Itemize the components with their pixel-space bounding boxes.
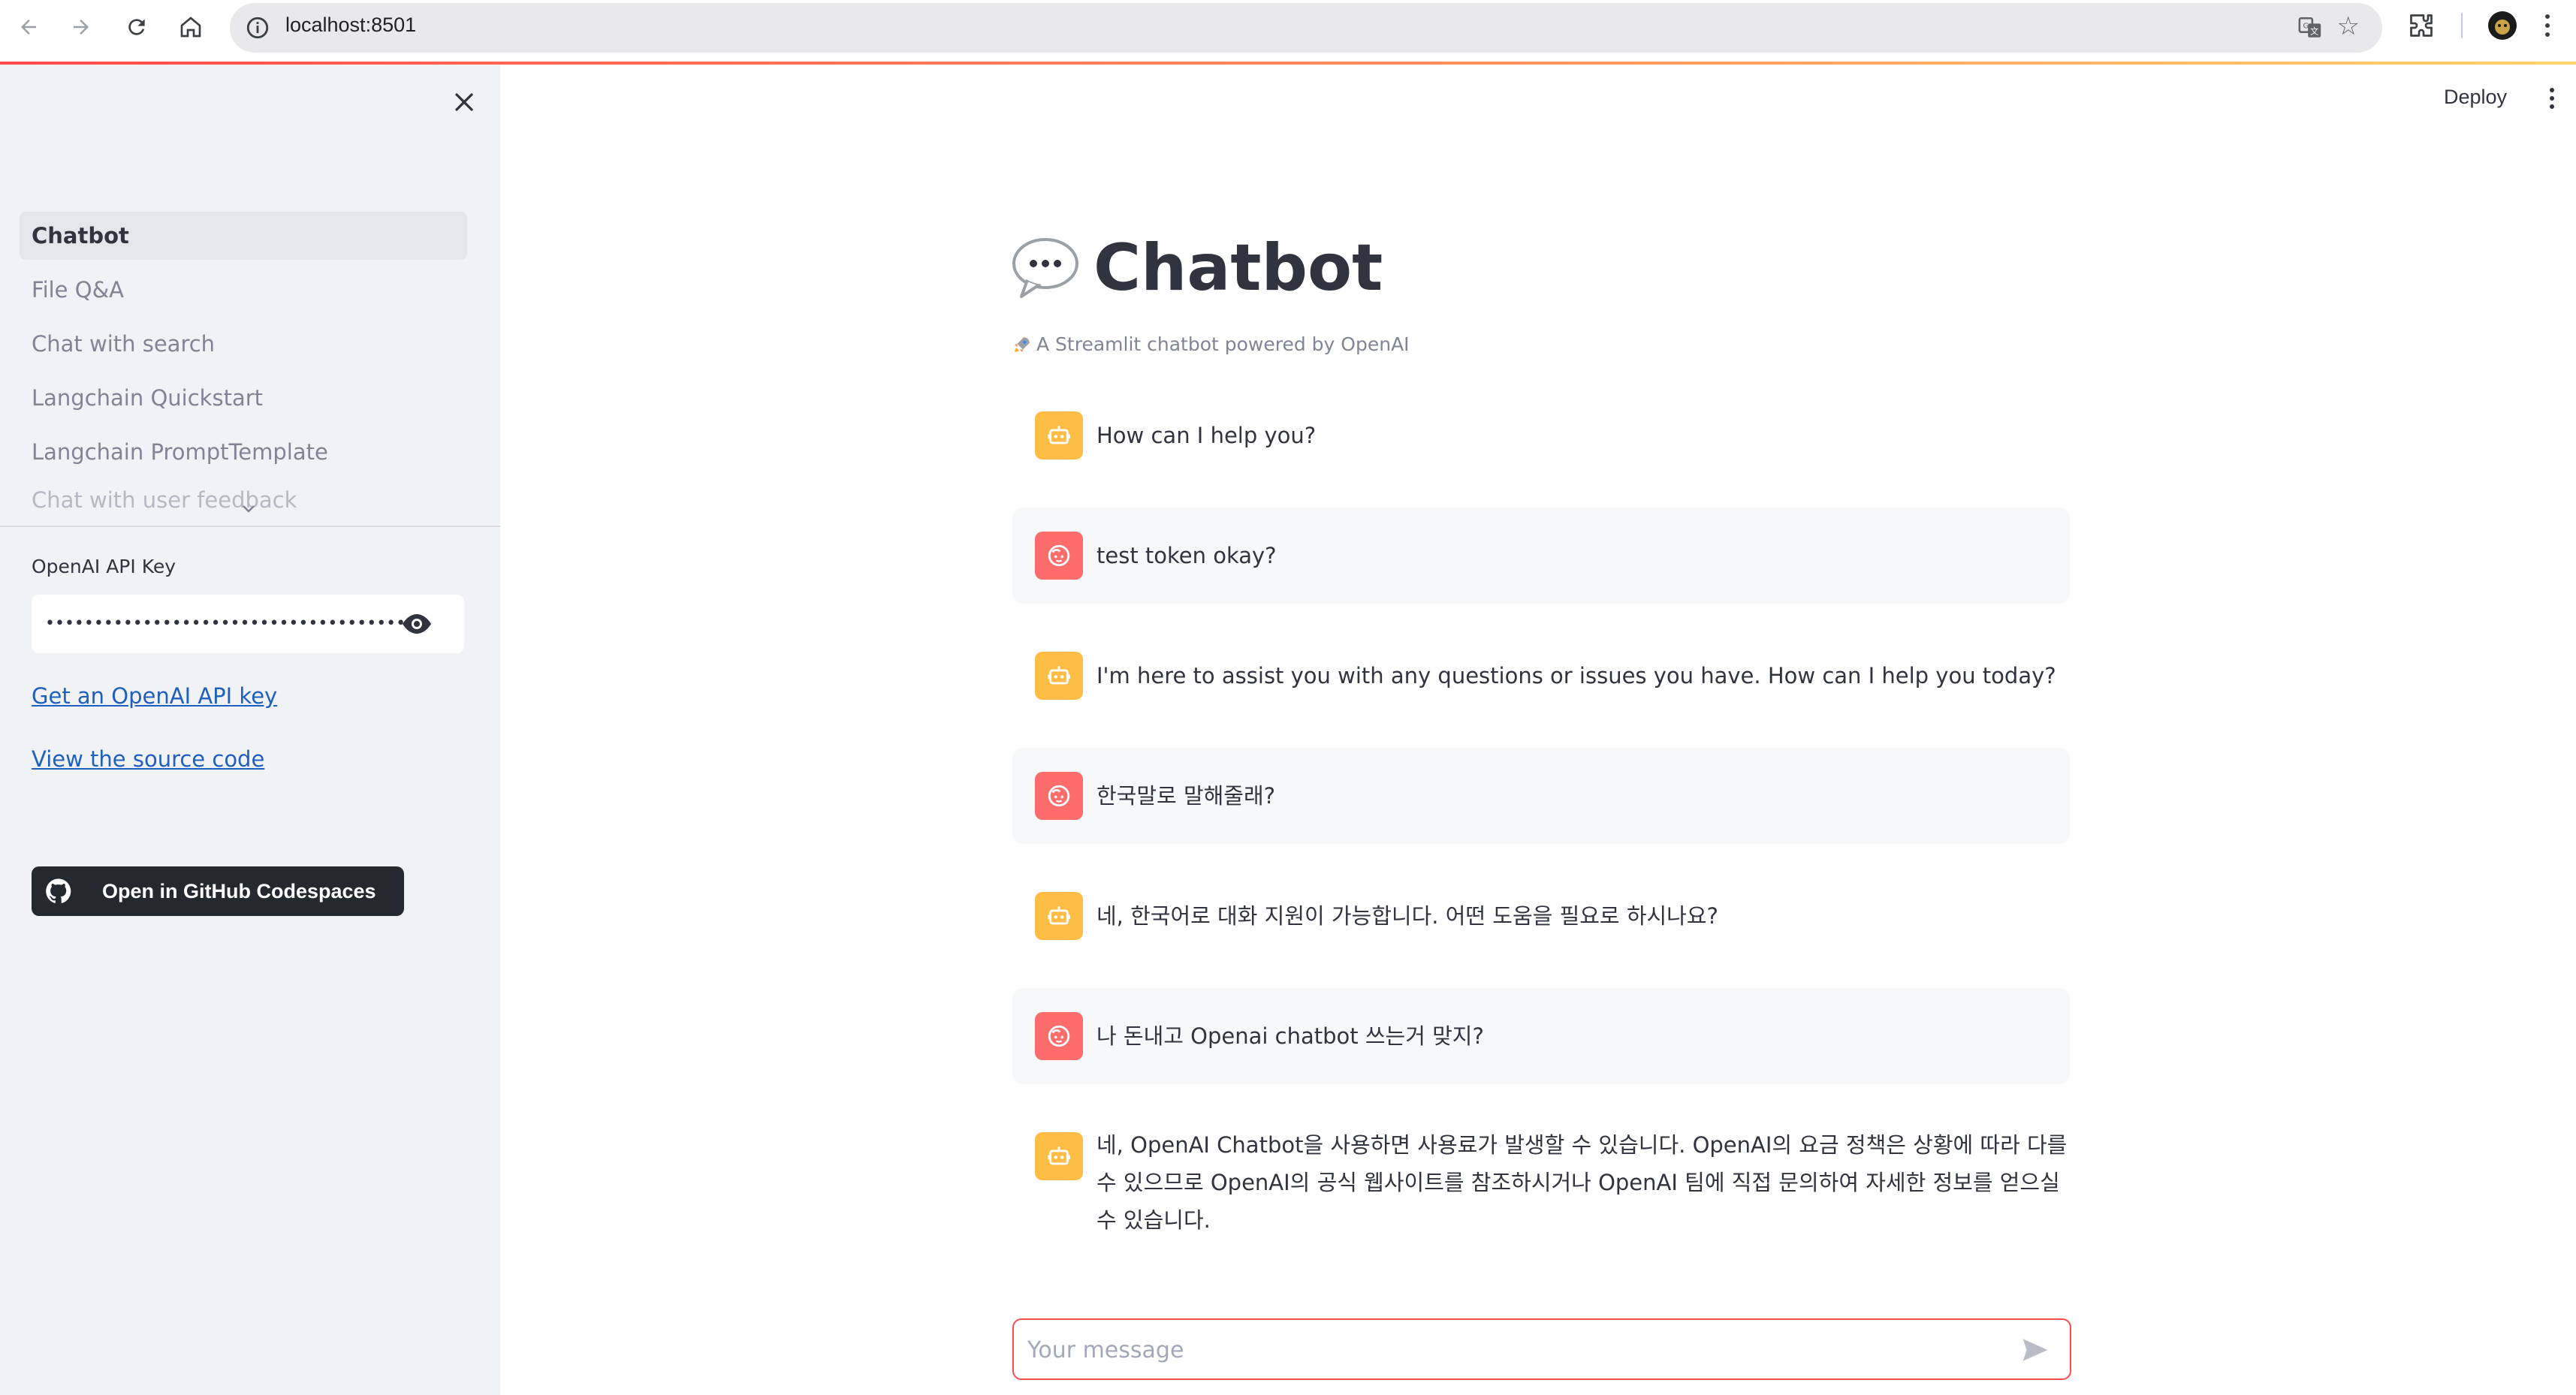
page-caption: A Streamlit chatbot powered by OpenAI xyxy=(1012,333,1410,355)
message-text: test token okay? xyxy=(1096,543,1277,568)
api-key-value[interactable]: ••••••••••••••••••••••••••••••••••••••••… xyxy=(45,595,406,653)
sidebar: Chatbot File Q&A Chat with search Langch… xyxy=(0,65,500,1395)
open-codespaces-button[interactable]: Open in GitHub Codespaces xyxy=(32,866,404,916)
profile-avatar[interactable] xyxy=(2487,11,2517,41)
back-icon[interactable] xyxy=(14,12,44,42)
message-text: I'm here to assist you with any question… xyxy=(1096,663,2056,688)
message-text: 나 돈내고 Openai chatbot 쓰는거 맞지? xyxy=(1096,1023,1484,1049)
caption-text: A Streamlit chatbot powered by OpenAI xyxy=(1036,333,1410,355)
main-menu-icon[interactable] xyxy=(2547,86,2556,111)
extensions-puzzle-icon[interactable] xyxy=(2408,11,2435,41)
svg-text:文: 文 xyxy=(2310,26,2318,37)
chat-message-assistant: 네, OpenAI Chatbot을 사용하면 사용료가 발생할 수 있습니다.… xyxy=(1012,1108,2070,1251)
translate-icon[interactable]: 文G xyxy=(2297,15,2324,44)
get-api-key-link[interactable]: Get an OpenAI API key xyxy=(32,683,277,709)
speech-balloon-icon xyxy=(1011,234,1080,303)
assistant-avatar-icon xyxy=(1035,892,1083,940)
send-icon[interactable] xyxy=(2020,1336,2050,1363)
chat-message-assistant: How can I help you? xyxy=(1012,387,2070,484)
user-avatar-icon xyxy=(1035,772,1083,820)
assistant-avatar-icon xyxy=(1035,411,1083,459)
sidebar-item-chat-with-search[interactable]: Chat with search xyxy=(20,320,467,368)
sidebar-item-chatbot[interactable]: Chatbot xyxy=(20,212,467,260)
expand-nav-chevron-icon[interactable] xyxy=(239,502,258,517)
address-bar[interactable]: localhost:8501 文G ☆ xyxy=(230,3,2382,53)
show-password-eye-icon[interactable] xyxy=(401,613,433,635)
sidebar-item-langchain-prompttemplate[interactable]: Langchain PromptTemplate xyxy=(20,428,467,476)
browser-menu-icon[interactable] xyxy=(2543,11,2552,41)
chat-input[interactable] xyxy=(1026,1320,2005,1380)
chat-message-user: 나 돈내고 Openai chatbot 쓰는거 맞지? xyxy=(1012,988,2070,1084)
github-icon xyxy=(44,876,74,906)
home-icon[interactable] xyxy=(176,12,206,42)
page-title: Chatbot xyxy=(1011,227,1383,309)
svg-text:G: G xyxy=(2303,23,2309,31)
view-source-link[interactable]: View the source code xyxy=(32,746,264,772)
message-text: 네, OpenAI Chatbot을 사용하면 사용료가 발생할 수 있습니다.… xyxy=(1096,1132,2068,1233)
user-avatar-icon xyxy=(1035,532,1083,580)
browser-toolbar: localhost:8501 文G ☆ xyxy=(0,0,2576,63)
sidebar-divider xyxy=(0,526,500,527)
forward-icon[interactable] xyxy=(66,12,96,42)
sidebar-item-langchain-quickstart[interactable]: Langchain Quickstart xyxy=(20,374,467,422)
chat-input-container xyxy=(1012,1318,2071,1380)
message-text: 네, 한국어로 대화 지원이 가능합니다. 어떤 도움을 필요로 하시나요? xyxy=(1096,903,1718,929)
api-key-label: OpenAI API Key xyxy=(32,556,176,577)
assistant-avatar-icon xyxy=(1035,652,1083,700)
bookmark-star-icon[interactable]: ☆ xyxy=(2337,14,2360,39)
assistant-avatar-icon xyxy=(1035,1132,1083,1180)
sidebar-item-file-qa[interactable]: File Q&A xyxy=(20,266,467,314)
chat-message-assistant: I'm here to assist you with any question… xyxy=(1012,628,2070,724)
deploy-button[interactable]: Deploy xyxy=(2444,86,2507,109)
chat-message-user: 한국말로 말해줄래? xyxy=(1012,748,2070,844)
site-info-icon[interactable] xyxy=(245,15,270,41)
page-title-text: Chatbot xyxy=(1093,230,1383,306)
close-sidebar-icon[interactable] xyxy=(449,87,479,117)
chat-message-user: test token okay? xyxy=(1012,508,2070,604)
codespaces-label: Open in GitHub Codespaces xyxy=(102,880,376,902)
rocket-icon xyxy=(1012,335,1032,354)
user-avatar-icon xyxy=(1035,1012,1083,1060)
api-key-field[interactable]: ••••••••••••••••••••••••••••••••••••••••… xyxy=(32,595,464,653)
url-text[interactable]: localhost:8501 xyxy=(285,14,416,37)
message-text: How can I help you? xyxy=(1096,423,1317,448)
reload-icon[interactable] xyxy=(122,12,152,42)
chat-message-assistant: 네, 한국어로 대화 지원이 가능합니다. 어떤 도움을 필요로 하시나요? xyxy=(1012,868,2070,964)
toolbar-divider xyxy=(2460,11,2463,41)
message-text: 한국말로 말해줄래? xyxy=(1096,783,1276,809)
sidebar-nav: Chatbot File Q&A Chat with search Langch… xyxy=(20,212,467,518)
